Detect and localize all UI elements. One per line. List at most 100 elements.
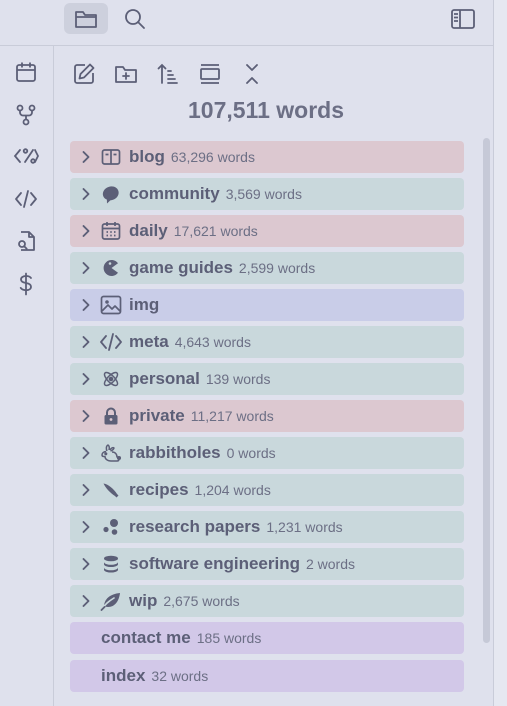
scrollbar[interactable] bbox=[483, 138, 490, 643]
folder-name: blog bbox=[129, 147, 165, 166]
word-count: 11,217 words bbox=[190, 408, 274, 424]
calendar-icon bbox=[15, 61, 37, 83]
folder-name: wip bbox=[129, 591, 158, 610]
folder-private[interactable]: private 11,217 words bbox=[70, 400, 464, 432]
calendar-icon bbox=[100, 220, 122, 242]
graph-view-button[interactable] bbox=[10, 99, 42, 131]
folder-blog[interactable]: blog 63,296 words bbox=[70, 141, 464, 173]
file-name: contact me bbox=[101, 628, 191, 647]
collapse-all-button[interactable] bbox=[238, 60, 266, 88]
folder-personal[interactable]: personal 139 words bbox=[70, 363, 464, 395]
templater-button[interactable] bbox=[10, 140, 42, 172]
dollar-icon bbox=[16, 272, 36, 296]
folder-game-guides[interactable]: game guides 2,599 words bbox=[70, 252, 464, 284]
image-icon bbox=[100, 294, 122, 316]
sort-button[interactable] bbox=[154, 60, 182, 88]
folder-daily[interactable]: daily 17,621 words bbox=[70, 215, 464, 247]
word-count: 2,675 words bbox=[163, 593, 240, 609]
database-icon bbox=[100, 553, 122, 575]
reveal-file-icon bbox=[198, 62, 222, 86]
new-folder-button[interactable] bbox=[112, 60, 140, 88]
chevron-right-icon[interactable] bbox=[72, 298, 100, 312]
folder-name: software engineering bbox=[129, 554, 300, 573]
chevron-right-icon[interactable] bbox=[72, 483, 100, 497]
chat-bubble-icon bbox=[100, 183, 122, 205]
chevron-right-icon[interactable] bbox=[72, 224, 100, 238]
chevron-right-icon[interactable] bbox=[72, 372, 100, 386]
file-search-icon bbox=[15, 230, 37, 252]
folder-name: daily bbox=[129, 221, 168, 240]
percent-tag-icon bbox=[13, 146, 39, 166]
folder-name: img bbox=[129, 295, 160, 314]
chevron-right-icon[interactable] bbox=[72, 594, 100, 608]
daily-note-button[interactable] bbox=[10, 56, 42, 88]
folder-meta[interactable]: meta 4,643 words bbox=[70, 326, 464, 358]
chevrons-collapse-icon bbox=[241, 62, 263, 86]
folder-wip[interactable]: wip 2,675 words bbox=[70, 585, 464, 617]
folder-software-engineering[interactable]: software engineering 2 words bbox=[70, 548, 464, 580]
chevron-right-icon[interactable] bbox=[72, 520, 100, 534]
lock-icon bbox=[100, 405, 122, 427]
chevron-right-icon[interactable] bbox=[72, 335, 100, 349]
left-ribbon bbox=[0, 46, 54, 706]
folder-name: rabbitholes bbox=[129, 443, 221, 462]
file-search-button[interactable] bbox=[10, 225, 42, 257]
code-icon bbox=[100, 331, 122, 353]
rabbit-icon bbox=[100, 442, 122, 464]
dollar-button[interactable] bbox=[10, 268, 42, 300]
folder-img[interactable]: img bbox=[70, 289, 464, 321]
word-count: 2,599 words bbox=[238, 260, 316, 276]
folder-name: meta bbox=[129, 332, 169, 351]
search-icon bbox=[123, 7, 147, 31]
word-count: 0 words bbox=[226, 445, 276, 461]
toggle-sidebar-button[interactable] bbox=[441, 3, 485, 34]
search-tab[interactable] bbox=[113, 3, 157, 34]
leaf-icon bbox=[100, 590, 122, 612]
word-count: 3,569 words bbox=[225, 186, 302, 202]
word-count: 63,296 words bbox=[170, 149, 255, 165]
total-word-count: 107,511 words bbox=[188, 97, 344, 123]
atom-icon bbox=[100, 368, 122, 390]
chevron-right-icon[interactable] bbox=[72, 557, 100, 571]
folder-name: community bbox=[129, 184, 220, 203]
code-icon bbox=[14, 189, 38, 209]
sidebar-icon bbox=[450, 8, 476, 30]
folder-name: game guides bbox=[129, 258, 233, 277]
file-contact-me[interactable]: contact me 185 words bbox=[70, 622, 464, 654]
git-fork-icon bbox=[15, 104, 37, 126]
word-count: 1,204 words bbox=[194, 482, 271, 498]
folder-community[interactable]: community 3,569 words bbox=[70, 178, 464, 210]
sort-ascending-icon bbox=[156, 62, 180, 86]
folder-icon bbox=[74, 8, 98, 30]
folder-rabbitholes[interactable]: rabbitholes 0 words bbox=[70, 437, 464, 469]
chevron-right-icon[interactable] bbox=[72, 446, 100, 460]
word-count: 4,643 words bbox=[174, 334, 251, 350]
file-index[interactable]: index 32 words bbox=[70, 660, 464, 692]
edit-icon bbox=[72, 62, 96, 86]
new-note-button[interactable] bbox=[70, 60, 98, 88]
folder-name: recipes bbox=[129, 480, 189, 499]
file-explorer-tab[interactable] bbox=[64, 3, 108, 34]
word-count: 139 words bbox=[205, 371, 271, 387]
word-count: 32 words bbox=[151, 668, 209, 684]
word-count: 17,621 words bbox=[173, 223, 258, 239]
word-count: 1,231 words bbox=[266, 519, 343, 535]
pacman-icon bbox=[100, 257, 122, 279]
file-name: index bbox=[101, 666, 146, 685]
folder-recipes[interactable]: recipes 1,204 words bbox=[70, 474, 464, 506]
folder-name: research papers bbox=[129, 517, 261, 536]
chevron-right-icon[interactable] bbox=[72, 150, 100, 164]
code-button[interactable] bbox=[10, 183, 42, 215]
molecule-icon bbox=[100, 516, 122, 538]
file-explorer-pane: 107,511 words blog 63,296 words communit… bbox=[54, 46, 493, 706]
book-open-icon bbox=[100, 146, 122, 168]
chevron-right-icon[interactable] bbox=[72, 261, 100, 275]
right-pane-edge bbox=[494, 0, 507, 706]
auto-reveal-button[interactable] bbox=[196, 60, 224, 88]
folder-research-papers[interactable]: research papers 1,231 words bbox=[70, 511, 464, 543]
chevron-right-icon[interactable] bbox=[72, 409, 100, 423]
folder-name: private bbox=[129, 406, 185, 425]
chevron-right-icon[interactable] bbox=[72, 187, 100, 201]
knife-icon bbox=[100, 479, 122, 501]
word-count: 185 words bbox=[196, 630, 262, 646]
